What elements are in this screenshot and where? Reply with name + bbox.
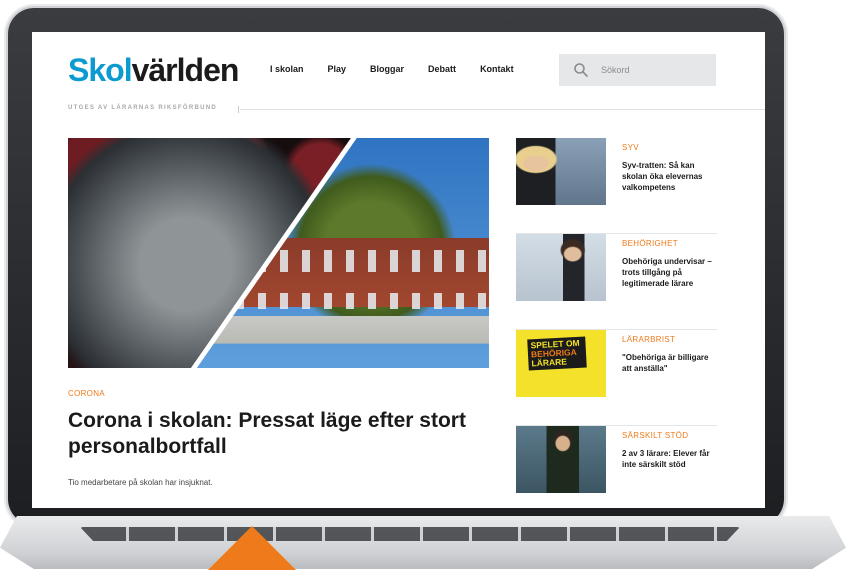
laptop-base <box>0 516 846 569</box>
main-nav: I skolan Play Bloggar Debatt Kontakt <box>270 64 538 74</box>
tagline-divider-line <box>240 109 765 110</box>
sidebar-headline[interactable]: "Obehöriga är billigare att anställa" <box>622 352 717 374</box>
tagline-row: UTGES AV LÄRARNAS RIKSFÖRBUND <box>68 105 765 117</box>
search-input[interactable] <box>599 64 713 76</box>
hero-headline[interactable]: Corona i skolan: Pressat läge efter stor… <box>68 408 488 460</box>
laptop-screen: Skolvärlden I skolan Play Bloggar Debatt… <box>32 32 765 508</box>
sidebar-thumbnail[interactable] <box>516 138 606 205</box>
nav-item-i-skolan[interactable]: I skolan <box>270 64 304 74</box>
sidebar-thumbnail[interactable] <box>516 426 606 493</box>
logo-part-1: Skol <box>68 52 133 88</box>
sidebar-headline[interactable]: 2 av 3 lärare: Elever får inte särskilt … <box>622 448 717 470</box>
sidebar-thumbnail[interactable] <box>516 234 606 301</box>
nav-item-bloggar[interactable]: Bloggar <box>370 64 404 74</box>
sidebar-category[interactable]: SÄRSKILT STÖD <box>622 431 717 440</box>
sidebar-item[interactable]: BEHÖRIGHET Obehöriga undervisar – trots … <box>516 234 717 330</box>
orange-triangle-icon <box>208 526 296 570</box>
thumbnail-title-badge: SPELET OM BEHÖRIGA LÄRARE <box>527 336 587 371</box>
sidebar-thumbnail[interactable]: SPELET OM BEHÖRIGA LÄRARE <box>516 330 606 397</box>
logo-part-2: världen <box>131 52 240 88</box>
search-box[interactable] <box>559 54 716 86</box>
badge-line-3: LÄRARE <box>531 356 568 369</box>
hero-article-image[interactable] <box>68 138 489 368</box>
tagline-divider-tick <box>238 106 239 113</box>
sidebar-category[interactable]: BEHÖRIGHET <box>622 239 717 248</box>
publisher-tagline: UTGES AV LÄRARNAS RIKSFÖRBUND <box>68 105 218 111</box>
sidebar-headline[interactable]: Syv-tratten: Så kan skolan öka elevernas… <box>622 160 717 193</box>
hero-lead: Tio medarbetare på skolan har insjuknat. <box>68 478 213 487</box>
site-header: Skolvärlden I skolan Play Bloggar Debatt… <box>32 32 765 102</box>
sidebar-category[interactable]: LÄRARBRIST <box>622 335 717 344</box>
search-icon[interactable] <box>573 62 589 78</box>
laptop-hinge <box>80 527 740 541</box>
sidebar-item[interactable]: SÄRSKILT STÖD 2 av 3 lärare: Elever får … <box>516 426 717 508</box>
sidebar-headline[interactable]: Obehöriga undervisar – trots tillgång på… <box>622 256 717 289</box>
site-logo[interactable]: Skolvärlden <box>68 52 240 88</box>
nav-item-debatt[interactable]: Debatt <box>428 64 456 74</box>
sidebar-item[interactable]: SPELET OM BEHÖRIGA LÄRARE LÄRARBRIST "Ob… <box>516 330 717 426</box>
nav-item-play[interactable]: Play <box>328 64 347 74</box>
hero-category[interactable]: CORONA <box>68 389 105 398</box>
sidebar-category[interactable]: SYV <box>622 143 717 152</box>
sidebar-item[interactable]: SYV Syv-tratten: Så kan skolan öka eleve… <box>516 138 717 234</box>
nav-item-kontakt[interactable]: Kontakt <box>480 64 514 74</box>
